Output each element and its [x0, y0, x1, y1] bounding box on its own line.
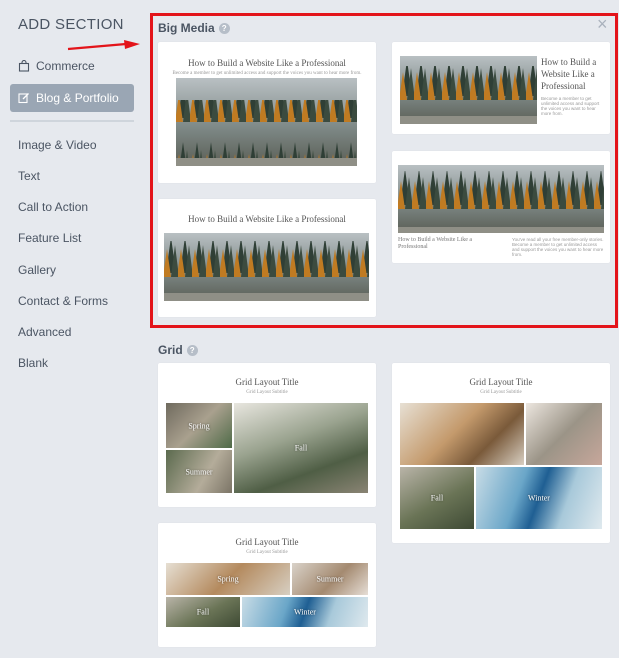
nav-item-feature-list[interactable]: Feature List: [18, 231, 81, 245]
card-subtitle: Become a member to get unlimited access …: [172, 71, 362, 76]
shopping-bag-icon: [18, 60, 30, 72]
nav-item-call-to-action[interactable]: Call to Action: [18, 200, 88, 214]
section-label-text: Grid: [158, 343, 183, 357]
nav-divider: [10, 120, 134, 122]
forest-image: [398, 165, 604, 233]
section-label-grid: Grid ?: [158, 343, 198, 357]
card-body: You've read all your free member-only st…: [512, 237, 604, 257]
nav-item-image-video[interactable]: Image & Video: [18, 138, 97, 152]
edit-icon: [18, 92, 30, 104]
grid-tile: [400, 403, 524, 465]
grid-tile: Spring: [166, 403, 232, 448]
tile-label: Summer: [316, 574, 344, 584]
grid-tile: Winter: [242, 597, 368, 627]
template-card-big-media-3[interactable]: How to Build a Website Like a Profession…: [392, 42, 610, 134]
template-card-big-media-2[interactable]: How to Build a Website Like a Profession…: [158, 199, 376, 317]
tile-label: Winter: [294, 607, 316, 617]
grid-tile: Summer: [292, 563, 368, 595]
tile-label: Spring: [217, 574, 239, 584]
template-card-grid-3[interactable]: Grid Layout Title Grid Layout Subtitle S…: [158, 523, 376, 647]
card-subtitle: Grid Layout Subtitle: [246, 390, 288, 395]
nav-item-gallery[interactable]: Gallery: [18, 263, 56, 277]
tile-label: Spring: [188, 421, 210, 430]
grid-tile: Fall: [400, 467, 474, 529]
template-card-big-media-1[interactable]: How to Build a Website Like a Profession…: [158, 42, 376, 183]
forest-image: [176, 78, 357, 166]
card-title: Grid Layout Title: [235, 377, 299, 387]
forest-image: [400, 56, 537, 124]
nav-item-text[interactable]: Text: [18, 169, 40, 183]
tile-label: Fall: [294, 443, 308, 453]
card-subtitle: Grid Layout Subtitle: [246, 550, 288, 555]
tile-label: Fall: [430, 493, 444, 503]
sidebar-title: ADD SECTION: [18, 16, 124, 33]
tile-label: Summer: [185, 467, 213, 476]
nav-item-label: Blog & Portfolio: [36, 91, 119, 105]
card-title: Grid Layout Title: [235, 537, 299, 547]
tile-label: Fall: [196, 607, 210, 617]
card-title: How to Build a Website Like a Profession…: [188, 58, 346, 68]
sidebar: ADD SECTION Commerce Blog & Portfolio Im…: [0, 0, 142, 658]
grid-tile: Fall: [166, 597, 240, 627]
nav-item-contact-forms[interactable]: Contact & Forms: [18, 294, 108, 308]
help-icon[interactable]: ?: [186, 344, 198, 356]
annotation-arrow-icon: [67, 40, 140, 51]
grid-tile: [526, 403, 602, 465]
template-card-grid-1[interactable]: Grid Layout Title Grid Layout Subtitle S…: [158, 363, 376, 507]
nav-item-commerce[interactable]: Commerce: [10, 52, 134, 80]
nav-item-blank[interactable]: Blank: [18, 356, 48, 370]
card-title: Grid Layout Title: [469, 377, 533, 387]
card-body: Become a member to get unlimited access …: [541, 96, 600, 116]
grid-tile: Spring: [166, 563, 290, 595]
grid-tile: Fall: [234, 403, 368, 493]
template-card-big-media-4[interactable]: How to Build a Website Like a Profession…: [392, 151, 610, 263]
card-title: How to Build a Website Like a Profession…: [541, 57, 597, 91]
card-subtitle: Grid Layout Subtitle: [480, 390, 522, 395]
nav-item-blog-portfolio[interactable]: Blog & Portfolio: [10, 84, 134, 112]
card-title: How to Build a Website Like a Profession…: [188, 214, 346, 224]
grid-tile: Winter: [476, 467, 602, 529]
nav-item-advanced[interactable]: Advanced: [18, 325, 71, 339]
grid-tile: Summer: [166, 450, 232, 493]
tile-label: Winter: [528, 493, 550, 503]
template-card-grid-2[interactable]: Grid Layout Title Grid Layout Subtitle F…: [392, 363, 610, 543]
nav-item-label: Commerce: [36, 59, 95, 73]
forest-image: [164, 233, 369, 301]
card-caption: How to Build a Website Like a Profession…: [398, 237, 473, 250]
